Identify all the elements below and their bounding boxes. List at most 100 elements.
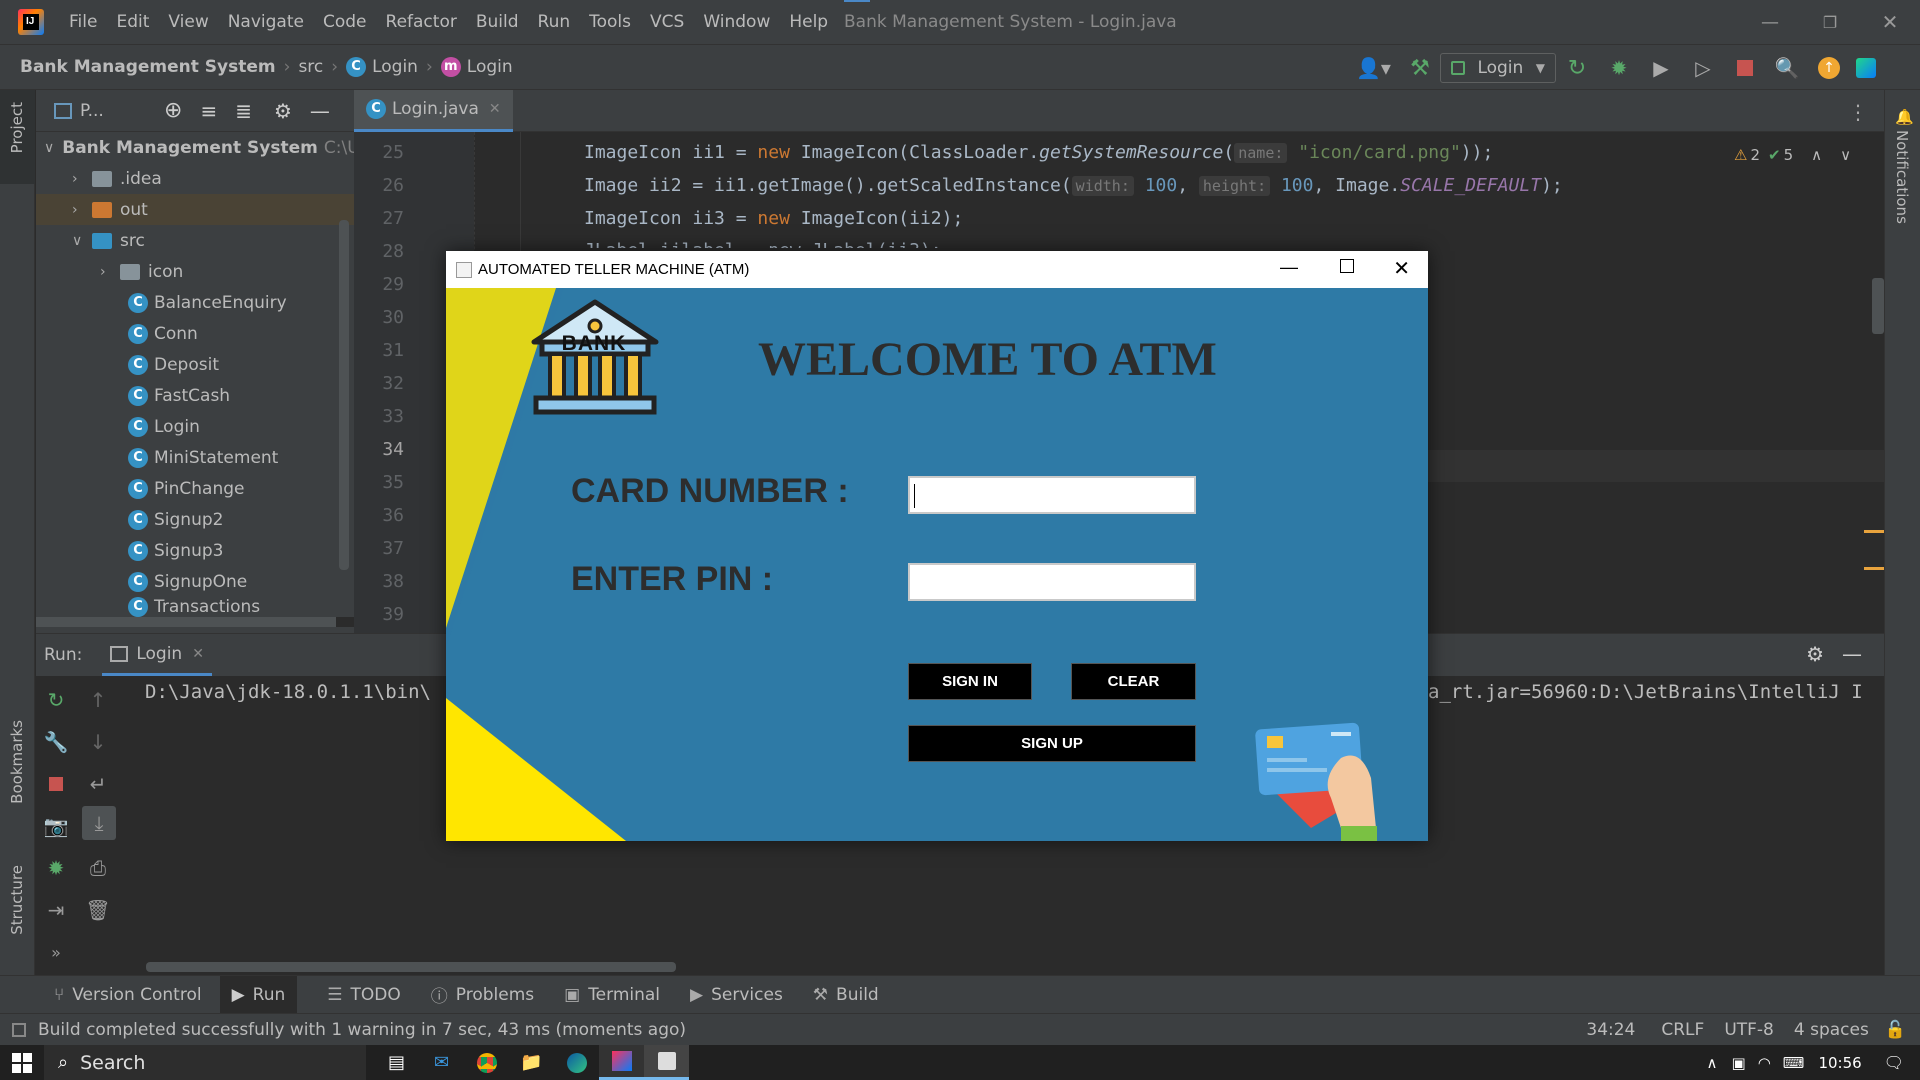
clear-button[interactable]: CLEAR: [1071, 663, 1196, 700]
taskbar-search[interactable]: ⌕ Search: [44, 1045, 366, 1080]
tree-item-class[interactable]: C Conn: [36, 318, 354, 349]
tree-item-class[interactable]: C Transactions: [36, 597, 354, 619]
maximize-icon[interactable]: [1340, 259, 1354, 273]
menu-refactor[interactable]: Refactor: [386, 12, 457, 32]
tree-item-icon[interactable]: › icon: [36, 256, 354, 287]
status-toggle-icon[interactable]: [12, 1022, 26, 1037]
menu-vcs[interactable]: VCS: [650, 12, 684, 32]
wifi-icon[interactable]: ◠: [1758, 1054, 1771, 1072]
update-icon[interactable]: ↑: [1818, 57, 1840, 79]
pin-input[interactable]: [908, 563, 1196, 601]
tree-item-class[interactable]: C FastCash: [36, 380, 354, 411]
menu-edit[interactable]: Edit: [116, 12, 149, 32]
keyboard-icon[interactable]: ⌨: [1783, 1054, 1805, 1072]
tool-terminal[interactable]: ▣ Terminal: [564, 985, 660, 1005]
tool-services[interactable]: ▶ Services: [690, 985, 783, 1005]
inspection-widget[interactable]: ⚠ 2 ✔ 5 ∧ ∨: [1734, 146, 1851, 164]
collapse-all-icon[interactable]: ≣: [235, 99, 252, 123]
edge-icon[interactable]: [554, 1052, 599, 1073]
bookmarks-side-label[interactable]: Bookmarks: [8, 720, 26, 804]
tree-item-class[interactable]: C SignupOne: [36, 566, 354, 597]
project-panel-title[interactable]: P...: [80, 101, 142, 121]
menu-tools[interactable]: Tools: [589, 12, 631, 32]
breadcrumb-class[interactable]: Login: [372, 57, 418, 77]
file-explorer-icon[interactable]: 📁: [509, 1052, 554, 1073]
hide-icon[interactable]: —: [1842, 642, 1862, 666]
tool-version-control[interactable]: ⑂ Version Control: [54, 985, 202, 1005]
arrow-down-icon[interactable]: ↓: [78, 722, 118, 762]
tree-item-class[interactable]: C Signup3: [36, 535, 354, 566]
tree-item-class[interactable]: C PinChange: [36, 473, 354, 504]
file-encoding[interactable]: UTF-8: [1724, 1020, 1774, 1040]
rerun-icon[interactable]: ↻: [1556, 56, 1598, 81]
profile-icon[interactable]: ▷: [1682, 56, 1724, 80]
menu-code[interactable]: Code: [323, 12, 367, 32]
sign-in-button[interactable]: SIGN IN: [908, 663, 1032, 700]
stop-icon[interactable]: [36, 764, 76, 804]
chevron-up-icon[interactable]: ∧: [1707, 1054, 1718, 1072]
tree-item-class[interactable]: C MiniStatement: [36, 442, 354, 473]
tool-todo[interactable]: ☰ TODO: [327, 985, 401, 1005]
console-h-scrollbar[interactable]: [146, 962, 676, 972]
print-icon[interactable]: ⎙: [78, 848, 118, 888]
device-icon[interactable]: ▣: [1732, 1054, 1746, 1072]
tool-run[interactable]: ▶ Run: [219, 976, 298, 1013]
mail-icon[interactable]: ✉: [419, 1052, 464, 1073]
structure-side-label[interactable]: Structure: [8, 865, 26, 935]
menu-file[interactable]: File: [69, 12, 97, 32]
wrench-icon[interactable]: 🔧: [36, 722, 76, 762]
camera-icon[interactable]: 📷: [36, 806, 76, 846]
tree-item-class[interactable]: C Login: [36, 411, 354, 442]
minimize-icon[interactable]: —: [1280, 257, 1298, 278]
h-scrollbar[interactable]: [36, 617, 336, 627]
notifications-side-label[interactable]: Notifications: [1893, 130, 1911, 224]
tree-item-class[interactable]: C BalanceEnquiry: [36, 287, 354, 318]
more-icon[interactable]: ⋮: [1848, 100, 1868, 124]
menu-help[interactable]: Help: [789, 12, 828, 32]
indent-setting[interactable]: 4 spaces: [1794, 1020, 1869, 1040]
chevron-down-icon[interactable]: ∨: [1840, 146, 1851, 164]
scroll-to-end-icon[interactable]: ⤓: [82, 806, 116, 840]
debug-icon[interactable]: ✹: [36, 848, 76, 888]
notification-center-icon[interactable]: 🗨: [1884, 1053, 1904, 1072]
warning-marker[interactable]: [1864, 567, 1884, 570]
arrow-up-icon[interactable]: ↑: [78, 680, 118, 720]
windows-start-icon[interactable]: [0, 1045, 44, 1080]
hide-icon[interactable]: —: [310, 99, 330, 123]
gear-icon[interactable]: ⚙: [274, 99, 292, 123]
menu-navigate[interactable]: Navigate: [228, 12, 304, 32]
tool-problems[interactable]: ⓘ Problems: [431, 982, 534, 1008]
soft-wrap-icon[interactable]: ↵: [78, 764, 118, 804]
menu-window[interactable]: Window: [703, 12, 770, 32]
caret-position[interactable]: 34:24: [1586, 1020, 1635, 1040]
chrome-icon[interactable]: [464, 1052, 509, 1073]
line-separator[interactable]: CRLF: [1661, 1020, 1704, 1040]
chevron-up-icon[interactable]: ∧: [1811, 146, 1822, 164]
toolbox-icon[interactable]: [1856, 58, 1876, 78]
user-icon[interactable]: 👤▾: [1356, 56, 1400, 80]
tab-login-java[interactable]: C Login.java ✕: [354, 89, 513, 132]
warning-marker[interactable]: [1864, 530, 1884, 533]
editor-scrollbar[interactable]: [1872, 278, 1884, 334]
exit-icon[interactable]: ⇥: [36, 890, 76, 930]
card-number-input[interactable]: [908, 476, 1196, 514]
intellij-taskbar-icon[interactable]: [599, 1045, 644, 1080]
run-config-select[interactable]: Login ▼: [1440, 53, 1556, 83]
restore-icon[interactable]: ❐: [1800, 13, 1860, 32]
task-view-icon[interactable]: ▤: [374, 1052, 419, 1073]
menu-build[interactable]: Build: [476, 12, 519, 32]
project-tool-button[interactable]: Project: [0, 90, 35, 184]
status-message[interactable]: Build completed successfully with 1 warn…: [38, 1020, 686, 1040]
tree-item-class[interactable]: C Deposit: [36, 349, 354, 380]
lock-icon[interactable]: 🔓: [1885, 1020, 1906, 1040]
coverage-icon[interactable]: ▶: [1640, 56, 1682, 80]
tree-item-class[interactable]: C Signup2: [36, 504, 354, 535]
locate-icon[interactable]: ⊕: [164, 98, 182, 123]
tab-run-login[interactable]: Login ✕: [102, 634, 212, 676]
trash-icon[interactable]: 🗑: [78, 890, 118, 930]
expand-all-icon[interactable]: ≡: [200, 99, 217, 123]
breadcrumb-project[interactable]: Bank Management System: [20, 57, 276, 77]
close-tab-icon[interactable]: ✕: [192, 646, 204, 662]
bell-icon[interactable]: 🔔: [1895, 108, 1914, 126]
sign-up-button[interactable]: SIGN UP: [908, 725, 1196, 762]
